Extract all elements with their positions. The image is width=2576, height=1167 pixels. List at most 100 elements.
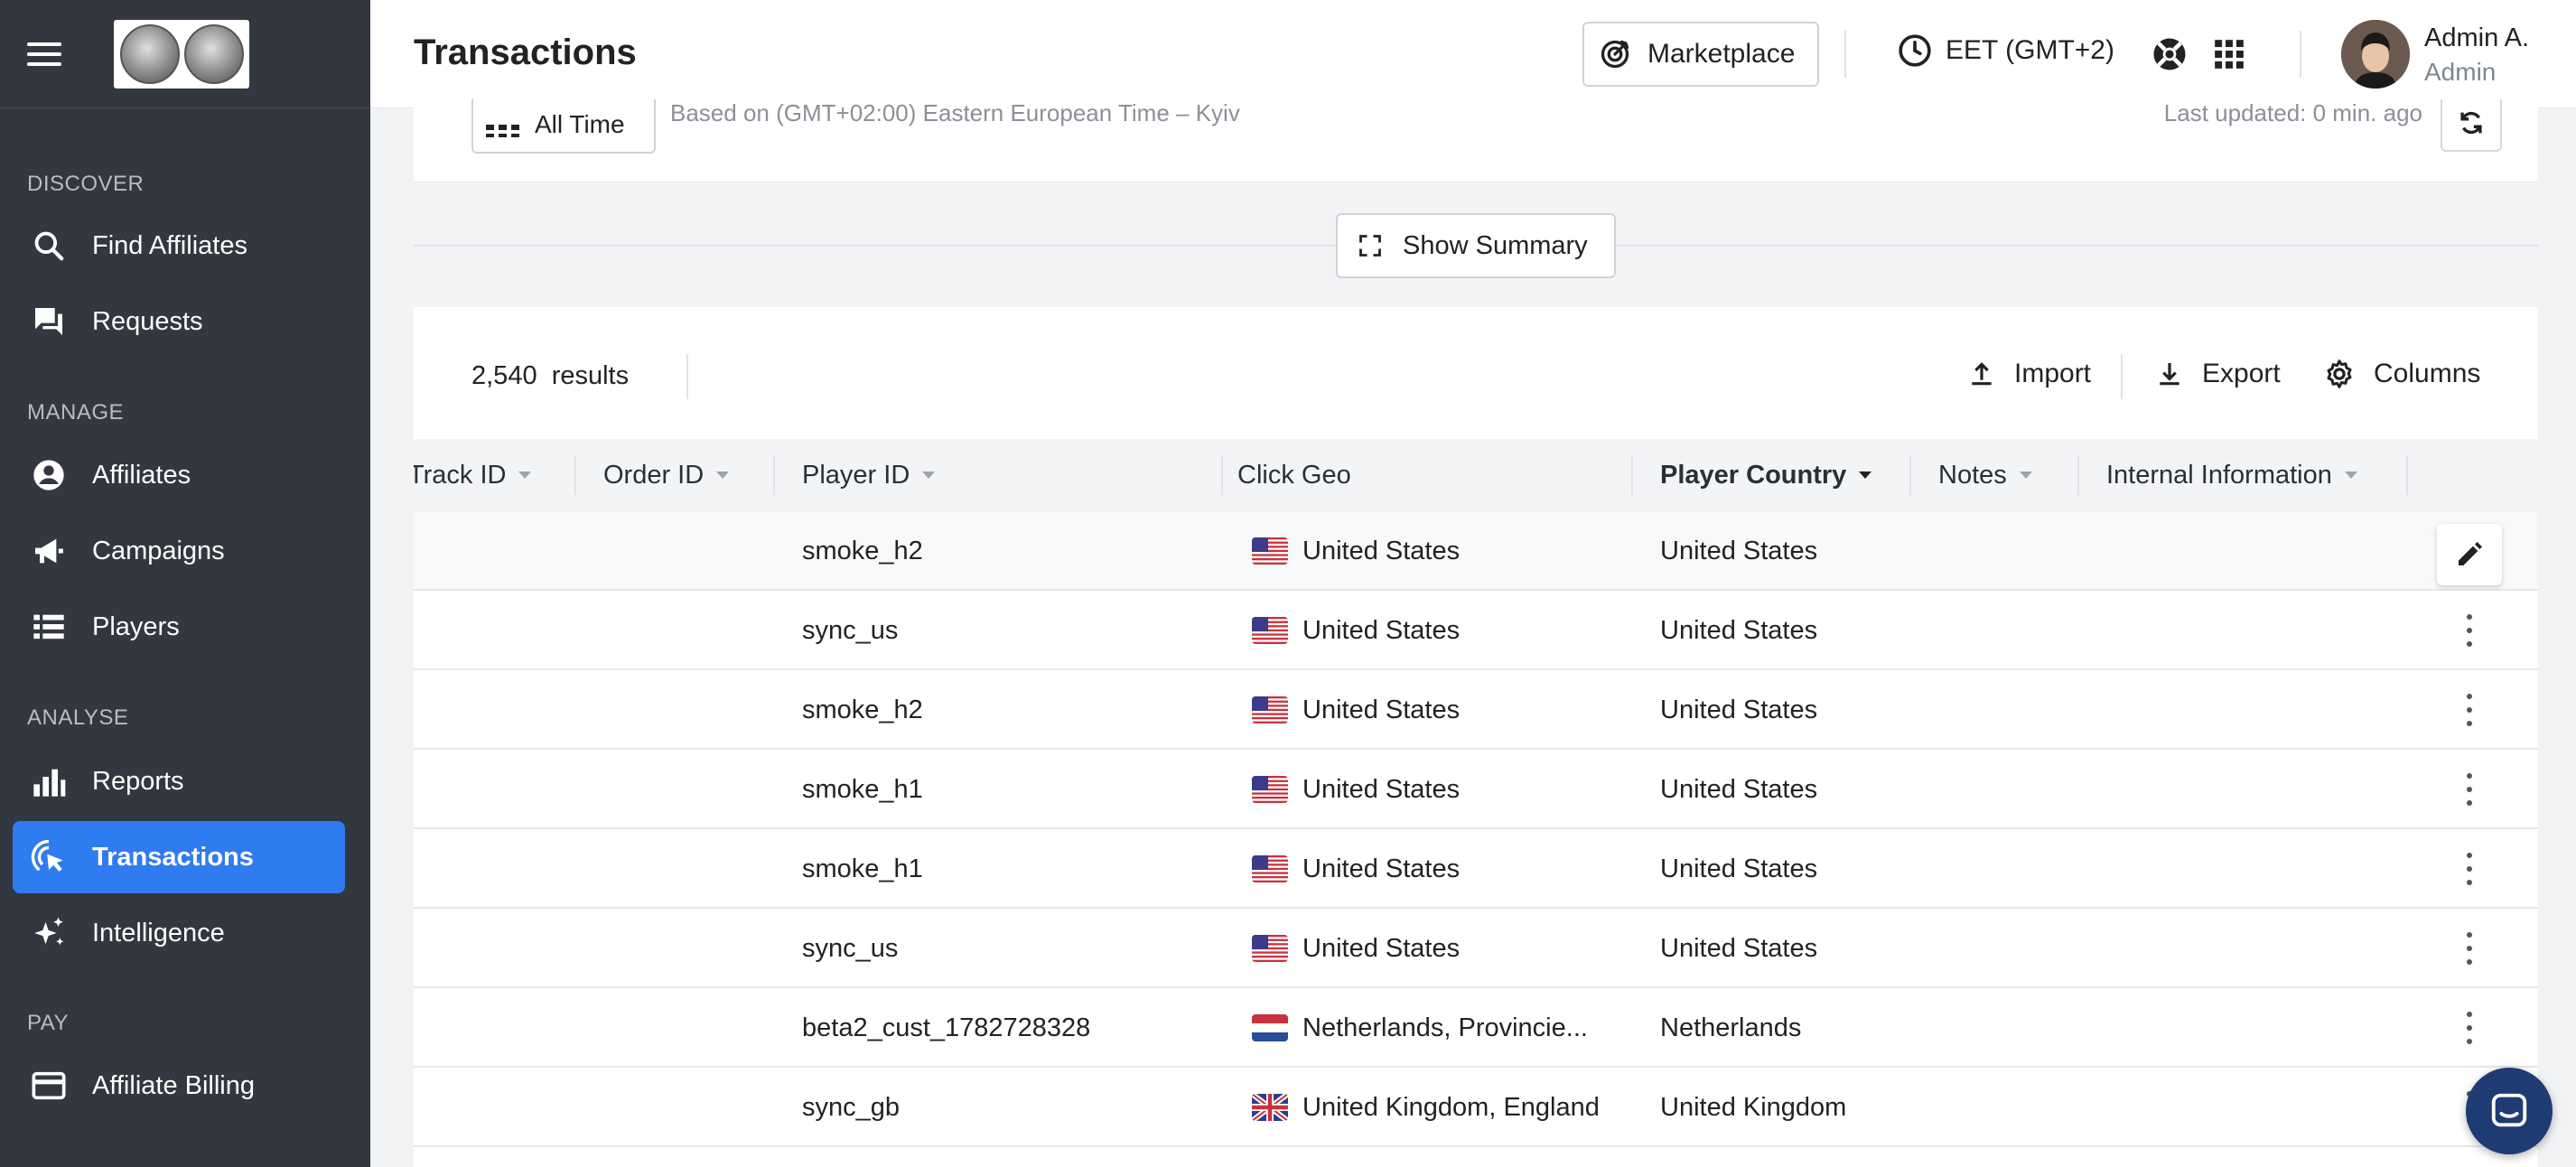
th-notes[interactable]: Notes: [1938, 439, 2032, 511]
cell-player-id: smoke_h1: [802, 774, 923, 804]
sidebar-item-label: Players: [92, 612, 180, 641]
marketplace-button[interactable]: Marketplace: [1582, 22, 1819, 87]
help-lifebuoy-icon[interactable]: [2150, 34, 2189, 74]
th-internal-information[interactable]: Internal Information: [2106, 439, 2357, 511]
coin-image: [183, 23, 244, 84]
flag-us-icon: [1252, 537, 1288, 565]
results-label: results: [551, 361, 630, 390]
row-more-options-icon[interactable]: [2460, 614, 2478, 647]
table-row[interactable]: sync_us United States United States: [414, 909, 2538, 988]
table-row[interactable]: sync_us United States United States: [414, 591, 2538, 670]
refresh-icon: [2456, 107, 2487, 138]
gear-icon: [2327, 359, 2352, 388]
refresh-button[interactable]: [2441, 99, 2502, 152]
sidebar-item-players[interactable]: Players: [13, 591, 345, 663]
credit-card-icon: [29, 1066, 69, 1106]
row-more-options-icon[interactable]: [2460, 1012, 2478, 1044]
timezone-selector[interactable]: EET (GMT+2): [1897, 33, 2114, 69]
sidebar-item-requests[interactable]: Requests: [13, 285, 345, 358]
expand-icon: [1358, 233, 1383, 258]
table-row[interactable]: smoke_h1 United States United States: [414, 750, 2538, 829]
avatar[interactable]: [2341, 20, 2410, 89]
th-player-country[interactable]: Player Country: [1660, 439, 1872, 511]
user-role: Admin: [2424, 58, 2497, 86]
edit-row-button[interactable]: [2437, 524, 2502, 585]
cell-click-geo: United States: [1252, 750, 1460, 829]
cell-click-geo: Netherlands, Provincie...: [1252, 988, 1588, 1068]
sort-caret-icon: [922, 471, 936, 479]
sidebar-item-campaigns[interactable]: Campaigns: [13, 515, 345, 587]
results-number: 2,540: [471, 361, 537, 390]
columns-button[interactable]: Columns: [2323, 358, 2480, 390]
marketplace-label: Marketplace: [1647, 39, 1796, 69]
period-selector-button[interactable]: All Time: [471, 99, 656, 154]
cell-click-geo: United Kingdom, England: [1252, 1068, 1600, 1147]
chat-launcher-button[interactable]: [2466, 1068, 2553, 1154]
column-separator[interactable]: [1221, 455, 1223, 495]
sidebar-item-reports[interactable]: Reports: [13, 745, 345, 817]
cell-player-country: Netherlands: [1660, 1013, 1802, 1042]
table-row[interactable]: sync_gb United Kingdom, England United K…: [414, 1068, 2538, 1147]
filter-bar: All Time Based on (GMT+02:00) Eastern Eu…: [414, 99, 2538, 182]
menu-icon[interactable]: [27, 34, 67, 74]
sparkle-icon: [29, 913, 69, 953]
cell-player-country: United States: [1660, 695, 1818, 724]
table-row[interactable]: smoke_h2 United States United States: [414, 670, 2538, 750]
apps-grid-icon[interactable]: [2209, 34, 2249, 74]
row-more-options-icon[interactable]: [2460, 853, 2478, 885]
search-icon: [29, 226, 69, 266]
column-separator[interactable]: [1631, 455, 1633, 495]
import-label: Import: [2014, 359, 2092, 388]
company-logo[interactable]: [114, 19, 249, 89]
sidebar-item-transactions[interactable]: Transactions: [13, 821, 345, 893]
flag-us-icon: [1252, 935, 1288, 962]
top-header: Transactions Marketplace EET (GMT+2) Adm…: [370, 0, 2576, 108]
column-separator[interactable]: [2406, 455, 2408, 495]
row-more-options-icon[interactable]: [2460, 694, 2478, 726]
page-title: Transactions: [414, 33, 637, 72]
sidebar-top: [0, 0, 370, 108]
target-icon: [1599, 38, 1631, 70]
th-click-geo[interactable]: Click Geo: [1237, 439, 1351, 511]
toolbar-divider: [2121, 354, 2123, 399]
sidebar-item-affiliate-billing[interactable]: Affiliate Billing: [13, 1050, 345, 1122]
cell-click-geo: United States: [1252, 829, 1460, 909]
column-separator[interactable]: [1909, 455, 1911, 495]
bar-chart-icon: [29, 761, 69, 801]
cell-player-country: United Kingdom: [1660, 1092, 1847, 1122]
sort-caret-icon: [716, 471, 730, 479]
column-separator[interactable]: [773, 455, 775, 495]
megaphone-icon: [29, 531, 69, 571]
sidebar-item-affiliates[interactable]: Affiliates: [13, 439, 345, 511]
cell-click-geo: United States: [1252, 909, 1460, 988]
sidebar-item-label: Reports: [92, 766, 184, 796]
sort-caret-icon: [2019, 471, 2032, 479]
results-divider: [686, 354, 688, 399]
table-row[interactable]: smoke_h2 United States United States: [414, 511, 2538, 591]
th-track-id[interactable]: Track ID: [414, 439, 532, 511]
clock-icon: [1897, 33, 1933, 69]
export-button[interactable]: Export: [2155, 358, 2281, 390]
th-player-id[interactable]: Player ID: [802, 439, 936, 511]
column-separator[interactable]: [2077, 455, 2079, 495]
table-row[interactable]: smoke_h1 United States United States: [414, 829, 2538, 909]
list-icon: [29, 607, 69, 647]
flag-us-icon: [1252, 855, 1288, 882]
sidebar-item-label: Transactions: [92, 842, 254, 872]
sidebar-item-label: Find Affiliates: [92, 230, 247, 260]
column-separator[interactable]: [574, 455, 576, 495]
sidebar-item-label: Campaigns: [92, 536, 225, 565]
row-more-options-icon[interactable]: [2460, 932, 2478, 965]
sidebar-item-find-affiliates[interactable]: Find Affiliates: [13, 210, 345, 282]
flag-us-icon: [1252, 776, 1288, 803]
user-name[interactable]: Admin A.: [2424, 23, 2529, 53]
th-order-id[interactable]: Order ID: [603, 439, 730, 511]
user-circle-icon: [29, 455, 69, 495]
table-row[interactable]: beta2_cust_1782728328 Netherlands, Provi…: [414, 988, 2538, 1068]
show-summary-button[interactable]: Show Summary: [1336, 213, 1616, 278]
last-updated-text: Last updated: 0 min. ago: [2163, 99, 2422, 126]
period-label: All Time: [535, 110, 625, 138]
sidebar-item-intelligence[interactable]: Intelligence: [13, 897, 345, 969]
row-more-options-icon[interactable]: [2460, 773, 2478, 806]
import-button[interactable]: Import: [1967, 358, 2091, 390]
